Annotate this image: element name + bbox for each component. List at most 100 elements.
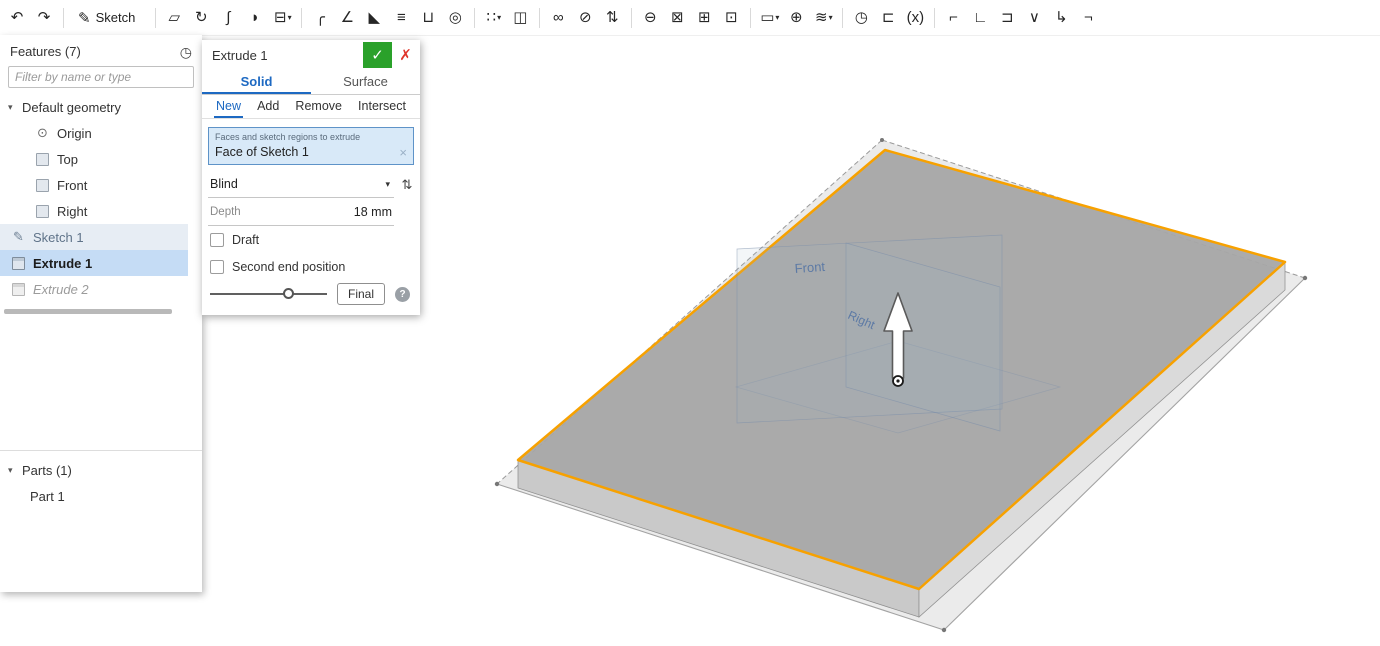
extrude-tool[interactable]: ▱ — [161, 4, 188, 31]
default-geometry-row[interactable]: ▾ Default geometry — [0, 94, 188, 120]
opposite-direction-icon[interactable]: ⇅ — [394, 173, 420, 197]
feature-plane-right[interactable]: Right — [0, 198, 188, 224]
mate-connector-tool[interactable]: ⊕ — [783, 4, 810, 31]
rib-icon: ≡ — [396, 9, 406, 26]
sketch-icon — [12, 231, 25, 244]
sweep-icon: ∫ — [226, 9, 231, 26]
faces-selection-box[interactable]: Faces and sketch regions to extrude Face… — [208, 127, 414, 165]
shell-tool[interactable]: ⊔ — [415, 4, 442, 31]
tab-solid[interactable]: Solid — [202, 70, 311, 94]
draft-checkbox[interactable] — [210, 232, 224, 247]
parts-header-row[interactable]: ▾ Parts (1) — [0, 457, 188, 483]
shell-icon: ⊔ — [422, 9, 435, 26]
draft-tool[interactable]: ◣ — [361, 4, 388, 31]
plane-tool[interactable]: ▭ ▾ — [756, 4, 783, 31]
feature-origin[interactable]: Origin — [0, 120, 188, 146]
separator — [842, 7, 844, 28]
slider-thumb[interactable] — [282, 288, 294, 299]
move-face-tool[interactable]: ⊞ — [691, 4, 718, 31]
origin-icon — [36, 127, 49, 140]
second-end-row: Second end position — [210, 253, 412, 280]
frame-tool[interactable]: ⌐ — [940, 4, 967, 31]
corner-icon: ¬ — [1083, 9, 1093, 26]
move-face-icon: ⊞ — [698, 9, 711, 26]
separator — [539, 7, 541, 28]
features-panel: Features (7) ◷ ▾ Default geometry Origin… — [0, 35, 202, 592]
replace-face-tool[interactable]: ⊡ — [718, 4, 745, 31]
corner-tool[interactable]: ¬ — [1075, 4, 1102, 31]
part-label: Part 1 — [30, 488, 65, 504]
sweep-tool[interactable]: ∫ — [215, 4, 242, 31]
offset-surface-tool[interactable]: ⊖ — [637, 4, 664, 31]
front-plane-label[interactable]: Front — [794, 259, 826, 276]
undo-button[interactable]: ↶ — [4, 4, 31, 31]
rib-tool[interactable]: ≡ — [388, 4, 415, 31]
flange-tool[interactable]: ∟ — [967, 4, 994, 31]
feature-plane-top[interactable]: Top — [0, 146, 188, 172]
op-tab-intersect[interactable]: Intersect — [356, 95, 408, 118]
op-tab-remove[interactable]: Remove — [293, 95, 344, 118]
sketch-vertex[interactable] — [941, 627, 947, 633]
feature-plane-front[interactable]: Front — [0, 172, 188, 198]
transform-tool[interactable]: ⇅ — [599, 4, 626, 31]
final-button[interactable]: Final — [336, 283, 385, 305]
feature-label: Sketch 1 — [33, 229, 84, 245]
separator — [474, 7, 476, 28]
feature-extrude-1[interactable]: Extrude 1 — [0, 250, 188, 276]
thicken-tool[interactable]: ⊟ ▾ — [269, 4, 296, 31]
second-end-checkbox[interactable] — [210, 259, 224, 274]
fillet-tool[interactable]: ╭ — [307, 4, 334, 31]
sketch-vertex[interactable] — [1302, 275, 1308, 281]
features-filter-input[interactable] — [8, 66, 194, 88]
convert-icon: ∨ — [1028, 9, 1040, 26]
redo-button[interactable]: ↷ — [31, 4, 58, 31]
flange-icon: ∟ — [972, 9, 988, 26]
delete-face-tool[interactable]: ⊠ — [664, 4, 691, 31]
sheet-metal-tool[interactable]: ⊏ — [875, 4, 902, 31]
rollback-bar[interactable] — [4, 309, 172, 314]
split-tool[interactable]: ⊘ — [572, 4, 599, 31]
export-tool[interactable]: ↳ — [1048, 4, 1075, 31]
feature-label: Extrude 1 — [33, 255, 93, 271]
chevron-down-icon[interactable]: ▾ — [8, 102, 20, 113]
measure-tool[interactable]: ◷ — [848, 4, 875, 31]
depth-value-field[interactable]: 18 mm — [354, 205, 392, 219]
hole-tool[interactable]: ◎ — [442, 4, 469, 31]
sketch-vertex[interactable] — [880, 138, 884, 142]
loft-tool[interactable]: ◗ — [242, 4, 269, 31]
dropdown-caret-icon: ▾ — [497, 13, 502, 22]
extrude-icon — [12, 282, 25, 296]
feature-extrude-2[interactable]: Extrude 2 — [0, 276, 188, 302]
dropdown-caret-icon: ▾ — [828, 13, 833, 22]
cancel-button[interactable]: ✗ — [392, 42, 419, 68]
thicken-icon: ⊟ — [274, 9, 287, 26]
sketch-vertex[interactable] — [494, 481, 500, 487]
extrude-dialog: Extrude 1 ✓ ✗ Solid Surface New Add Remo… — [202, 40, 420, 315]
dropdown-caret-icon: ▾ — [775, 13, 780, 22]
history-icon[interactable]: ◷ — [180, 45, 192, 59]
chevron-down-icon[interactable]: ▾ — [8, 465, 20, 476]
sketch-button[interactable]: ✎ Sketch — [69, 4, 150, 31]
part-1[interactable]: Part 1 — [0, 483, 188, 509]
tab-tool[interactable]: ⊐ — [994, 4, 1021, 31]
end-condition-value: Blind — [210, 177, 238, 191]
helix-tool[interactable]: ≋ ▾ — [810, 4, 837, 31]
split-icon: ⊘ — [579, 9, 592, 26]
clear-selection-icon[interactable]: × — [399, 145, 407, 160]
end-condition-dropdown[interactable]: Blind ▾ — [208, 171, 394, 198]
feature-sketch-1[interactable]: Sketch 1 — [0, 224, 188, 250]
convert-tool[interactable]: ∨ — [1021, 4, 1048, 31]
linear-pattern-tool[interactable]: ∷ ▾ — [480, 4, 507, 31]
boolean-tool[interactable]: ∞ — [545, 4, 572, 31]
preview-slider[interactable] — [210, 287, 327, 301]
variable-tool[interactable]: (x) — [902, 4, 929, 31]
tab-surface[interactable]: Surface — [311, 70, 420, 94]
chamfer-tool[interactable]: ∠ — [334, 4, 361, 31]
help-icon[interactable]: ? — [395, 286, 410, 302]
feature-label: Origin — [57, 125, 92, 141]
revolve-tool[interactable]: ↻ — [188, 4, 215, 31]
op-tab-new[interactable]: New — [214, 95, 244, 118]
commit-button[interactable]: ✓ — [363, 42, 392, 68]
mirror-tool[interactable]: ◫ — [507, 4, 534, 31]
op-tab-add[interactable]: Add — [255, 95, 281, 118]
